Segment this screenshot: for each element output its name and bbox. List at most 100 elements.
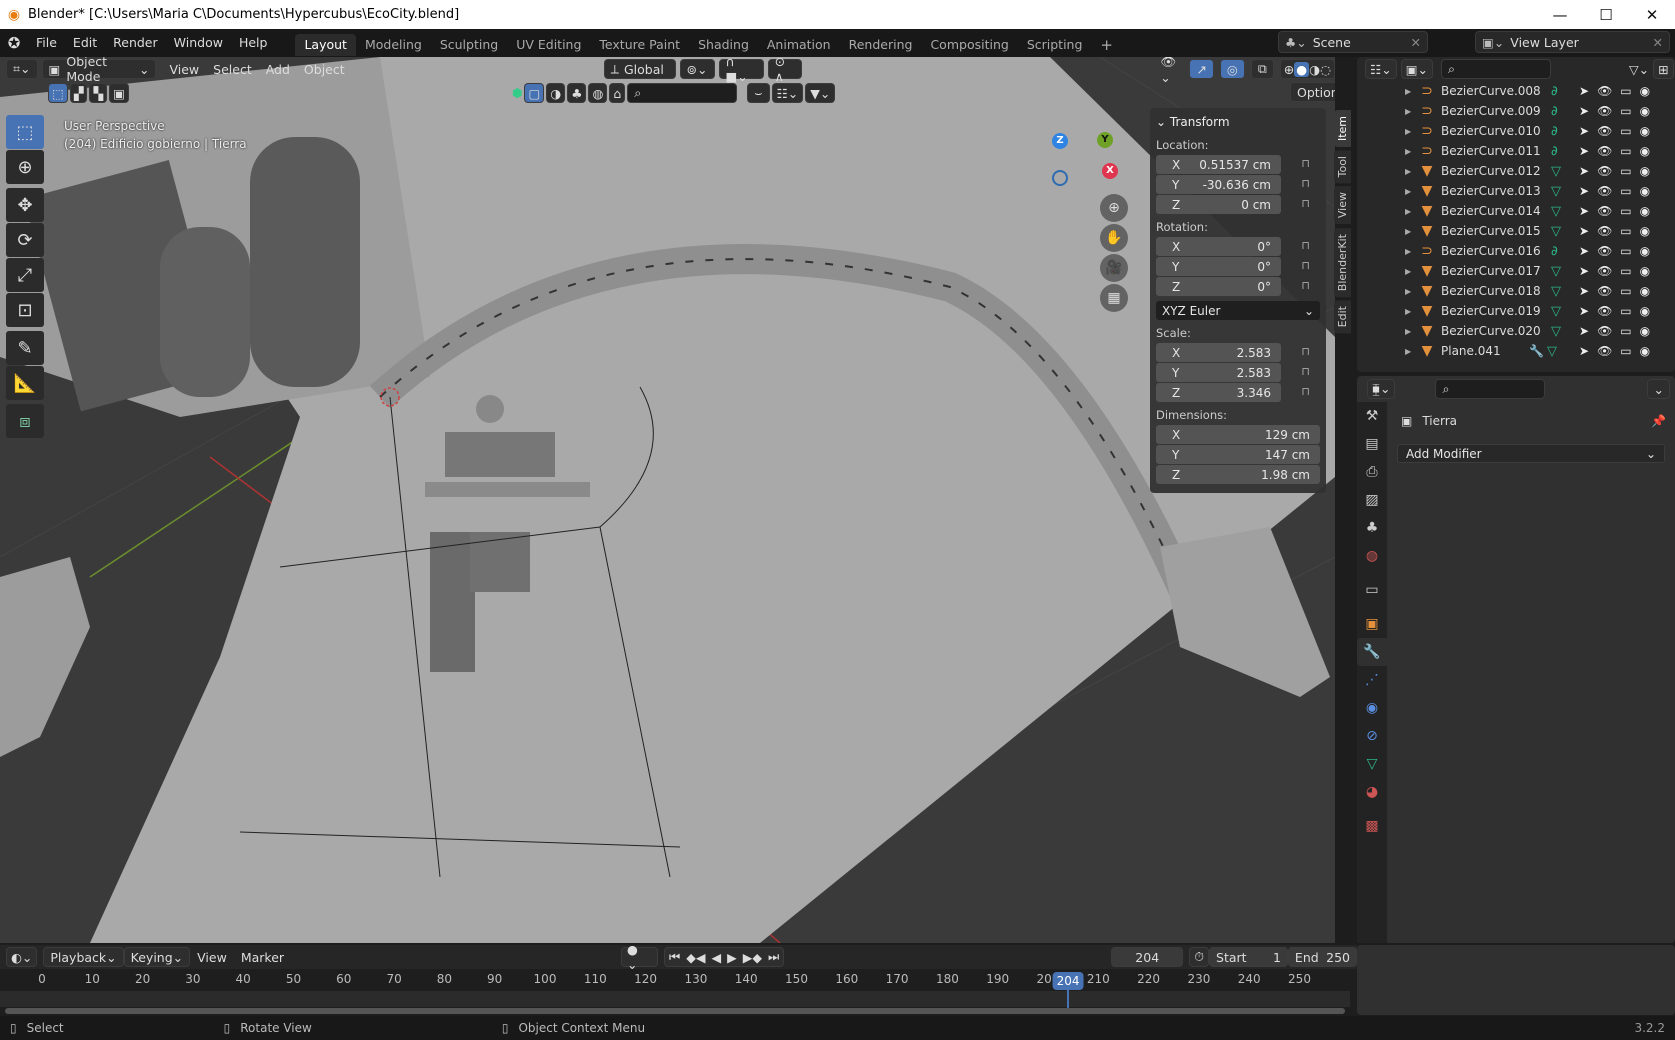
outliner-item[interactable]: ▶ ⊃ BezierCurve.008 ∂ ➤ 👁 ▭ ◉ (1357, 81, 1675, 101)
lock-icon[interactable]: ⊓ (1301, 279, 1310, 292)
scale-tool[interactable]: ⤢ (6, 258, 44, 292)
editor-type-button[interactable]: ☷⌄ (1365, 59, 1397, 79)
filter-button[interactable]: ▽⌄ (1625, 59, 1653, 79)
camera-view-button[interactable]: 🎥 (1100, 254, 1128, 282)
dimension-x-field[interactable]: X 129 cm (1156, 425, 1320, 444)
material-shading-icon[interactable]: ◑ (1309, 62, 1320, 77)
viewport-monitor-icon[interactable]: ▭ (1620, 324, 1631, 338)
maximize-button[interactable]: ☐ (1583, 0, 1629, 29)
expand-arrow-icon[interactable]: ▶ (1405, 167, 1417, 176)
gizmo-y-axis[interactable]: Y (1097, 132, 1113, 148)
tab-data[interactable]: ▽ (1357, 750, 1387, 778)
blender-menu-icon[interactable]: ✪ (0, 34, 28, 52)
gizmo-neg-z[interactable] (1052, 170, 1068, 186)
transform-header[interactable]: ⌄ Transform (1156, 112, 1320, 132)
expand-arrow-icon[interactable]: ▶ (1405, 287, 1417, 296)
curve-data-icon[interactable]: ∂ (1551, 104, 1571, 119)
render-camera-icon[interactable]: ◉ (1640, 284, 1650, 298)
selectable-icon[interactable]: ➤ (1579, 144, 1589, 158)
frame-ruler[interactable]: 0 10 20 30 40 50 60 70 80 90 100 110 120 130 140 150 160… (0, 972, 1350, 990)
mesh-data-icon[interactable]: ▽ (1551, 164, 1571, 179)
expand-arrow-icon[interactable]: ▶ (1405, 87, 1417, 96)
object-name[interactable]: BezierCurve.017 (1441, 264, 1551, 278)
render-camera-icon[interactable]: ◉ (1640, 164, 1650, 178)
tab-compositing[interactable]: Compositing (921, 34, 1017, 56)
menu-help[interactable]: Help (231, 29, 276, 57)
select-new-icon[interactable]: ⬚ (48, 83, 68, 103)
render-camera-icon[interactable]: ◉ (1640, 204, 1650, 218)
viewport-search-input[interactable]: ⌕ (627, 83, 738, 103)
curve-data-icon[interactable]: ∂ (1551, 84, 1571, 99)
selectable-icon[interactable]: ➤ (1579, 264, 1589, 278)
location-y-field[interactable]: Y -30.636 cm (1156, 175, 1281, 194)
object-name[interactable]: BezierCurve.014 (1441, 204, 1551, 218)
rotation-z-field[interactable]: Z 0° (1156, 277, 1281, 296)
play-reverse-icon[interactable]: ◀ (711, 950, 721, 965)
selectable-icon[interactable]: ➤ (1579, 164, 1589, 178)
render-camera-icon[interactable]: ◉ (1640, 144, 1650, 158)
filter-icon[interactable]: ▼⌄ (805, 83, 836, 103)
outliner-item[interactable]: ▶ ▼ Plane.041 🔧 ▽ ➤ 👁 ▭ ◉ (1357, 341, 1675, 361)
jump-end-icon[interactable]: ⏭ (768, 949, 779, 965)
start-frame-field[interactable]: Start 1 (1209, 947, 1288, 967)
lock-icon[interactable]: ⊓ (1301, 385, 1310, 398)
tab-output[interactable]: ⎙ (1357, 458, 1387, 486)
annotate-tool[interactable]: ✎ (6, 331, 44, 365)
light-filter-icon[interactable]: ♣ (567, 83, 587, 103)
selectable-icon[interactable]: ➤ (1579, 84, 1589, 98)
new-collection-button[interactable]: ⊞ (1653, 59, 1674, 79)
tab-render[interactable]: ▤ (1357, 430, 1387, 458)
zoom-view-button[interactable]: ⊕ (1100, 194, 1128, 222)
playback-menu[interactable]: Playback ⌄ (43, 947, 124, 967)
scale-z-field[interactable]: Z 3.346 (1156, 383, 1281, 402)
render-camera-icon[interactable]: ◉ (1640, 304, 1650, 318)
curve-data-icon[interactable]: ∂ (1551, 144, 1571, 159)
brush-filter-icon[interactable]: ⌂ (609, 83, 626, 103)
view-layer-selector[interactable]: ▣⌄ View Layer ✕ (1475, 31, 1670, 53)
rotation-mode-dropdown[interactable]: XYZ Euler ⌄ (1156, 301, 1320, 320)
modifier-wrench-icon[interactable]: 🔧 (1529, 344, 1547, 358)
gizmo-toggle-button[interactable]: ↗ (1189, 59, 1214, 79)
eye-icon[interactable]: 👁 (1597, 124, 1612, 138)
outliner-item[interactable]: ▶ ▼ BezierCurve.017 ▽ ➤ 👁 ▭ ◉ (1357, 261, 1675, 281)
selectable-icon[interactable]: ➤ (1579, 324, 1589, 338)
eye-icon[interactable]: 👁 (1597, 304, 1612, 318)
3d-viewport[interactable]: ⌗⌄ ▣ Object Mode ⌄ View Select Add Objec… (0, 57, 1335, 943)
mesh-data-icon[interactable]: ▽ (1551, 264, 1571, 279)
object-name[interactable]: BezierCurve.019 (1441, 304, 1551, 318)
object-name[interactable]: BezierCurve.016 (1441, 244, 1551, 258)
mesh-data-icon[interactable]: ▽ (1547, 344, 1567, 359)
tab-object[interactable]: ▣ (1357, 610, 1387, 638)
viewport-menu-view[interactable]: View (162, 62, 206, 77)
mesh-data-icon[interactable]: ▽ (1551, 224, 1571, 239)
mesh-data-icon[interactable]: ▽ (1551, 324, 1571, 339)
viewport-monitor-icon[interactable]: ▭ (1620, 244, 1631, 258)
move-tool[interactable]: ✥ (6, 188, 44, 222)
expand-arrow-icon[interactable]: ▶ (1405, 227, 1417, 236)
outliner-item[interactable]: ▶ ⊃ BezierCurve.011 ∂ ➤ 👁 ▭ ◉ (1357, 141, 1675, 161)
eye-icon[interactable]: 👁 (1597, 344, 1612, 358)
world-filter-icon[interactable]: ◍ (588, 83, 608, 103)
eye-icon[interactable]: 👁 (1597, 184, 1612, 198)
lock-icon[interactable]: ⊓ (1301, 157, 1310, 170)
selectable-icon[interactable]: ➤ (1579, 304, 1589, 318)
viewport-monitor-icon[interactable]: ▭ (1620, 124, 1631, 138)
outliner-item[interactable]: ▶ ▼ BezierCurve.020 ▽ ➤ 👁 ▭ ◉ (1357, 321, 1675, 341)
render-camera-icon[interactable]: ◉ (1640, 124, 1650, 138)
editor-type-button[interactable]: ⧯⌄ (1367, 379, 1396, 399)
selectable-icon[interactable]: ➤ (1579, 184, 1589, 198)
outliner-item[interactable]: ▶ ⊃ BezierCurve.016 ∂ ➤ 👁 ▭ ◉ (1357, 241, 1675, 261)
viewport-monitor-icon[interactable]: ▭ (1620, 204, 1631, 218)
viewport-menu-add[interactable]: Add (259, 62, 297, 77)
tab-texture[interactable]: ▩ (1357, 812, 1387, 840)
tab-layout[interactable]: Layout (295, 34, 356, 56)
mesh-data-icon[interactable]: ▽ (1551, 204, 1571, 219)
play-icon[interactable]: ▶ (727, 950, 737, 965)
tab-world[interactable]: ◍ (1357, 542, 1387, 570)
gizmo-x-axis[interactable]: X (1102, 163, 1118, 179)
lock-icon[interactable]: ⊓ (1301, 177, 1310, 190)
timeline-menu-view[interactable]: View (190, 950, 234, 965)
object-name[interactable]: BezierCurve.015 (1441, 224, 1551, 238)
viewport-monitor-icon[interactable]: ▭ (1620, 344, 1631, 358)
xray-toggle-button[interactable]: ⧉ (1250, 59, 1274, 79)
